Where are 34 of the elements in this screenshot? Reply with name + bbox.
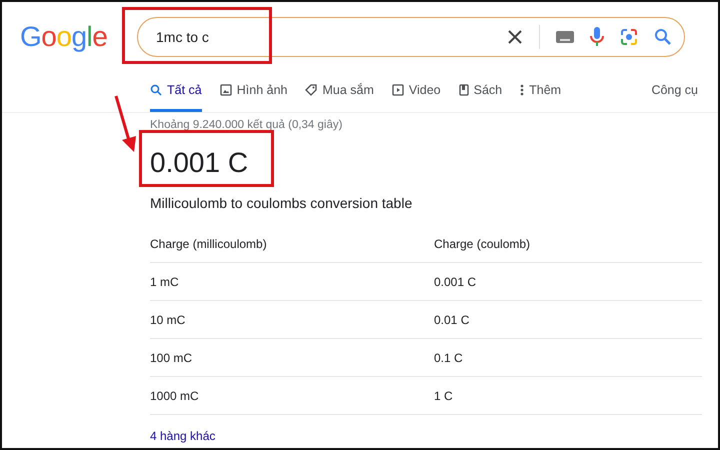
answer-value: 0.001 C [150, 147, 248, 179]
tab[interactable]: Mua sắm [305, 83, 374, 112]
table-cell-text: 1000 mC [150, 388, 200, 402]
image-icon [220, 84, 232, 96]
more-icon [520, 84, 524, 96]
tools-link[interactable]: Công cụ [651, 83, 698, 112]
table-cell-text: 0.01 C [434, 312, 470, 326]
column-header: Charge (millicoulomb) [150, 236, 268, 250]
table-title: Millicoulomb to coulombs conversion table [150, 195, 414, 211]
tab[interactable]: Sách [458, 83, 502, 112]
result-stats: Khoảng 9.240.000 kết quả (0,34 giây) [150, 119, 344, 131]
search-icon[interactable] [654, 28, 672, 46]
keyboard-icon[interactable] [556, 31, 574, 43]
tab[interactable]: Video [392, 83, 441, 112]
column-header: Charge (coulomb) [434, 236, 532, 250]
table-cell-text: 0.001 C [434, 274, 478, 288]
search-icon [150, 84, 162, 96]
tab[interactable]: Tất cả [150, 83, 202, 112]
tab[interactable]: Hình ảnh [220, 83, 288, 112]
more-rows-link[interactable]: 4 hàng khác [150, 429, 216, 443]
play-icon [392, 84, 404, 96]
book-icon [458, 84, 469, 96]
table-cell-text: 1 C [434, 388, 454, 402]
table-cell-text: 10 mC [150, 312, 186, 326]
table-cell-text: 100 mC [150, 350, 194, 364]
tab[interactable]: Thêm [520, 83, 562, 112]
tag-icon [305, 84, 318, 96]
table-cell-text: 1 mC [150, 274, 180, 288]
microphone-icon[interactable] [590, 27, 604, 47]
camera-icon[interactable] [620, 28, 638, 46]
google-logo[interactable]: Google [20, 21, 137, 53]
close-icon[interactable] [507, 29, 523, 45]
search-field[interactable]: 1mc to c [156, 29, 491, 45]
table-cell-text: 0.1 C [434, 350, 464, 364]
